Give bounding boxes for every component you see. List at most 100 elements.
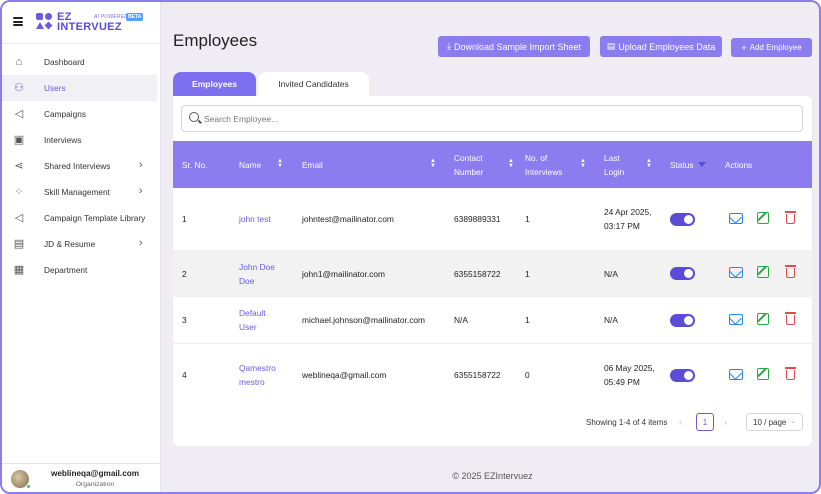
delete-icon[interactable] <box>785 211 796 224</box>
col-name[interactable]: Name <box>239 141 261 188</box>
online-status-icon <box>26 484 31 489</box>
chevron-right-icon: › <box>139 159 143 171</box>
mail-icon[interactable] <box>729 213 743 224</box>
cell-interviews: 1 <box>525 315 530 325</box>
sidebar-item-interviews[interactable]: ▣ Interviews <box>2 127 161 153</box>
edit-icon[interactable] <box>757 266 769 278</box>
status-toggle[interactable] <box>670 369 695 382</box>
tab-employees[interactable]: Employees <box>173 72 256 96</box>
col-last-login[interactable]: Last Login <box>604 141 638 188</box>
col-contact[interactable]: Contact Number <box>454 141 514 188</box>
tab-invited-candidates[interactable]: Invited Candidates <box>258 72 369 96</box>
sidebar-item-campaigns[interactable]: ◁ Campaigns <box>2 101 161 127</box>
edit-icon[interactable] <box>757 368 769 380</box>
edit-icon[interactable] <box>757 313 769 325</box>
next-page-icon[interactable]: › <box>724 417 727 427</box>
col-last-login-label: Last Login <box>604 152 625 177</box>
cell-contact: 6389889331 <box>454 214 501 224</box>
col-status[interactable]: Status <box>670 141 706 188</box>
delete-icon[interactable] <box>785 312 796 325</box>
sort-name-icon[interactable]: ▲ ▼ <box>277 158 283 169</box>
profile-role: Organization <box>75 481 115 488</box>
search-box <box>181 105 803 132</box>
sidebar-item-shared-interviews[interactable]: ⋖ Shared Interviews › <box>2 153 161 179</box>
share-icon: ⋖ <box>14 160 24 172</box>
sidebar-item-label: Campaigns <box>44 109 86 119</box>
table-row: 3 Default User michael.johnson@mailinato… <box>173 297 812 343</box>
document-icon: ▤ <box>13 238 25 250</box>
logo-icon <box>36 13 54 31</box>
sidebar-item-label: Campaign Template Library <box>44 213 146 223</box>
cell-email: johntest@mailinator.com <box>302 214 394 224</box>
interview-icon: ▣ <box>13 134 25 146</box>
menu-icon[interactable] <box>13 17 23 26</box>
chevron-down-icon: ⌄ <box>790 418 796 425</box>
upload-employees-button[interactable]: ▤ Upload Employees Data <box>600 36 722 57</box>
sidebar-item-skill-management[interactable]: ⁘ Skill Management › <box>2 179 161 205</box>
sidebar-item-label: Interviews <box>44 135 82 145</box>
logo-line2: INTERVUEZ <box>57 21 122 33</box>
col-email[interactable]: Email <box>302 141 323 188</box>
sidebar-item-label: Shared Interviews <box>44 161 111 171</box>
employee-name-link[interactable]: john test <box>239 188 271 250</box>
sidebar-item-users[interactable]: ⚇ Users <box>2 75 157 101</box>
profile-card[interactable]: weblineqa@gmail.com Organization <box>2 463 161 492</box>
col-name-label: Name <box>239 159 262 170</box>
cell-last-login: 24 Apr 2025, 03:17 PM <box>604 207 652 231</box>
home-icon: ⌂ <box>15 56 23 68</box>
sidebar-item-dashboard[interactable]: ⌂ Dashboard <box>2 49 161 75</box>
sidebar: EZ INTERVUEZ AI POWERED BETA ⌂ Dashboard… <box>2 2 161 492</box>
cell-sr: 3 <box>182 315 187 325</box>
cell-contact: 6355158722 <box>454 268 501 279</box>
table-row: 1 john test johntest@mailinator.com 6389… <box>173 188 812 250</box>
page-size-select[interactable]: 10 / page ⌄ <box>746 413 803 431</box>
sort-email-icon[interactable]: ▲ ▼ <box>430 158 436 169</box>
sidebar-item-campaign-template-library[interactable]: ◁ Campaign Template Library <box>2 205 161 231</box>
page-size-value: 10 / page <box>753 417 787 427</box>
cell-sr: 2 <box>182 268 187 279</box>
search-icon <box>189 112 199 122</box>
skills-icon: ⁘ <box>14 186 24 198</box>
status-toggle[interactable] <box>670 213 695 226</box>
mail-icon[interactable] <box>729 369 743 380</box>
cell-last-login: N/A <box>604 268 618 279</box>
mail-icon[interactable] <box>729 314 743 325</box>
sort-contact-icon[interactable]: ▲ ▼ <box>508 158 514 169</box>
sidebar-item-department[interactable]: ▦ Department <box>2 257 161 283</box>
mail-icon[interactable] <box>729 267 743 278</box>
status-toggle[interactable] <box>670 314 695 327</box>
sidebar-item-label: JD & Resume <box>44 239 96 249</box>
employee-name-link[interactable]: Default User <box>239 297 279 343</box>
col-interviews[interactable]: No. of Interviews <box>525 141 580 188</box>
delete-icon[interactable] <box>785 265 796 278</box>
profile-email: weblineqa@gmail.com <box>50 469 140 478</box>
delete-icon[interactable] <box>785 367 796 380</box>
edit-icon[interactable] <box>757 212 769 224</box>
sidebar-item-jd-resume[interactable]: ▤ JD & Resume › <box>2 231 161 257</box>
col-actions: Actions <box>725 159 753 170</box>
employee-name-link[interactable]: John Doe Doe <box>239 250 284 297</box>
sort-interviews-icon[interactable]: ▲ ▼ <box>580 158 586 169</box>
table-row: 2 John Doe Doe john1@mailinator.com 6355… <box>173 250 812 297</box>
status-toggle[interactable] <box>670 267 695 280</box>
col-interviews-label: No. of Interviews <box>525 152 563 177</box>
cell-email: michael.johnson@mailinator.com <box>302 315 426 325</box>
employee-name-link[interactable]: Qamestro mestro <box>239 344 284 406</box>
page-number-button[interactable]: 1 <box>696 413 714 431</box>
prev-page-icon[interactable]: ‹ <box>679 417 682 427</box>
download-sample-button[interactable]: ⤓ Download Sample Import Sheet <box>438 36 590 57</box>
sidebar-item-label: Skill Management <box>44 187 110 197</box>
col-sr-no: Sr. No. <box>182 159 208 170</box>
upload-employees-label: Upload Employees Data <box>618 41 716 52</box>
cell-interviews: 0 <box>525 370 530 380</box>
upload-file-icon: ▤ <box>606 41 616 51</box>
filter-icon[interactable] <box>697 162 706 167</box>
search-input[interactable] <box>204 111 784 127</box>
pagination-summary: Showing 1-4 of 4 items <box>586 418 668 427</box>
sort-last-login-icon[interactable]: ▲ ▼ <box>646 158 652 169</box>
add-employee-button[interactable]: + Add Employee <box>731 38 812 57</box>
table-row: 4 Qamestro mestro weblineqa@gmail.com 63… <box>173 343 812 405</box>
cell-contact: N/A <box>454 315 468 325</box>
cell-email: john1@mailinator.com <box>302 268 385 279</box>
cell-interviews: 1 <box>525 214 530 224</box>
